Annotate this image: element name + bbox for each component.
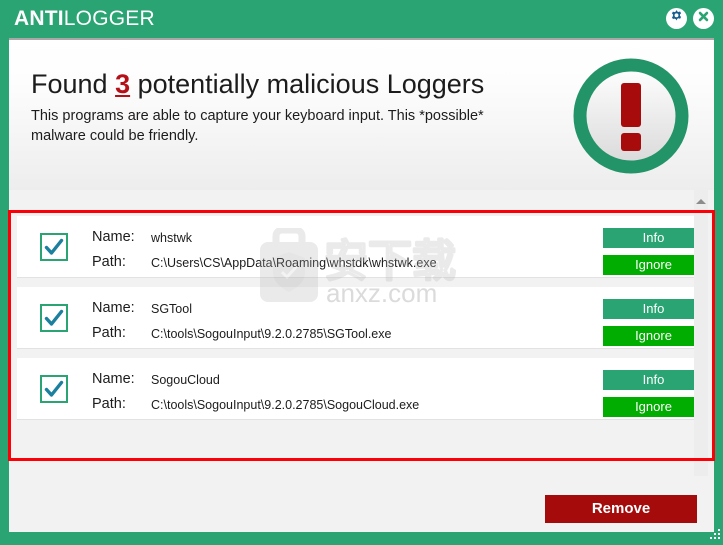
banner-subtext: This programs are able to capture your k… — [31, 108, 484, 144]
heading-prefix: Found — [31, 69, 116, 99]
logger-path: C:\tools\SogouInput\9.2.0.2785\SogouClou… — [151, 398, 420, 412]
ignore-button[interactable]: Ignore — [603, 255, 704, 275]
logger-list: Name: whstwk Path: C:\Users\CS\AppData\R… — [9, 190, 714, 476]
scroll-up-icon[interactable] — [696, 199, 706, 204]
ignore-button[interactable]: Ignore — [603, 326, 704, 346]
page-title: Found 3 potentially malicious Loggers — [31, 68, 484, 100]
checkmark-icon — [42, 235, 66, 259]
settings-button[interactable] — [666, 8, 687, 29]
checkmark-icon — [42, 306, 66, 330]
anti-logger-window: ANTILOGGER Found 3 potentially malicious… — [0, 0, 723, 540]
brand-strong: ANTI — [14, 7, 64, 30]
remove-button[interactable]: Remove — [545, 495, 697, 523]
app-brand: ANTILOGGER — [14, 6, 155, 32]
logger-name: whstwk — [151, 231, 192, 245]
path-label: Path: — [92, 325, 126, 341]
path-label: Path: — [92, 396, 126, 412]
info-button[interactable]: Info — [603, 370, 704, 390]
row-checkbox[interactable] — [40, 375, 68, 403]
table-row[interactable]: Name: SogouCloud Path: C:\tools\SogouInp… — [17, 358, 704, 420]
logger-count: 3 — [115, 69, 131, 99]
table-row[interactable]: Name: whstwk Path: C:\Users\CS\AppData\R… — [17, 216, 704, 278]
close-icon — [696, 9, 711, 29]
row-checkbox[interactable] — [40, 233, 68, 261]
close-button[interactable] — [693, 8, 714, 29]
name-label: Name: — [92, 229, 135, 245]
vertical-scrollbar[interactable] — [694, 190, 708, 476]
alert-banner: Found 3 potentially malicious Loggers Th… — [9, 38, 714, 190]
resize-grip[interactable] — [709, 527, 721, 539]
logger-name: SGTool — [151, 302, 192, 316]
logger-name: SogouCloud — [151, 373, 220, 387]
brand-light: LOGGER — [63, 7, 155, 30]
logger-path: C:\tools\SogouInput\9.2.0.2785\SGTool.ex… — [151, 327, 392, 341]
info-button[interactable]: Info — [603, 228, 704, 248]
logger-list-rows: Name: whstwk Path: C:\Users\CS\AppData\R… — [17, 216, 704, 429]
logger-path: C:\Users\CS\AppData\Roaming\whstdk\whstw… — [151, 256, 437, 270]
table-row[interactable]: Name: SGTool Path: C:\tools\SogouInput\9… — [17, 287, 704, 349]
heading-suffix: potentially malicious Loggers — [130, 69, 485, 99]
path-label: Path: — [92, 254, 126, 270]
gear-icon — [669, 9, 684, 29]
name-label: Name: — [92, 300, 135, 316]
exclamation-circle-icon — [572, 57, 690, 175]
footer-bar: Remove — [9, 476, 714, 532]
info-button[interactable]: Info — [603, 299, 704, 319]
name-label: Name: — [92, 371, 135, 387]
row-checkbox[interactable] — [40, 304, 68, 332]
checkmark-icon — [42, 377, 66, 401]
ignore-button[interactable]: Ignore — [603, 397, 704, 417]
title-bar: ANTILOGGER — [0, 0, 723, 38]
